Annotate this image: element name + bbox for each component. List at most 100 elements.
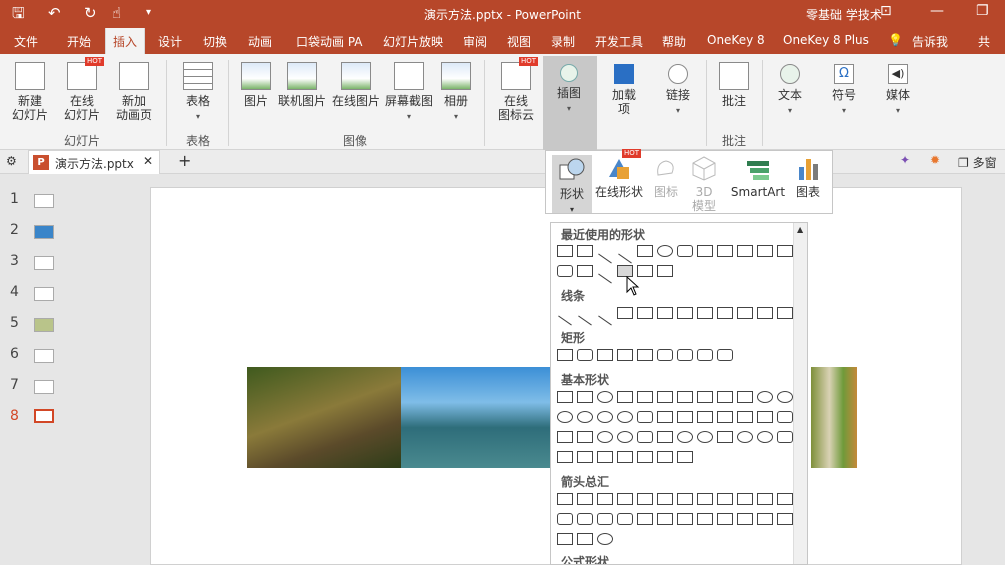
left-brace-shape[interactable] xyxy=(657,451,673,463)
symbols-button[interactable]: Ω 符号 ▾ xyxy=(826,64,862,118)
u-turn-arrow-shape[interactable] xyxy=(737,493,753,505)
pentagon-shape[interactable] xyxy=(717,391,733,403)
tab-slideshow[interactable]: 幻灯片放映 xyxy=(383,33,443,50)
rectangle-shape[interactable] xyxy=(637,245,653,257)
round-same-side-rect-shape[interactable] xyxy=(697,349,713,361)
curved-arrow-shape[interactable] xyxy=(697,307,713,319)
round-diagonal-rect-shape[interactable] xyxy=(717,349,733,361)
right-arrow-shape[interactable] xyxy=(557,493,573,505)
heptagon-shape[interactable] xyxy=(757,391,773,403)
half-frame-shape[interactable] xyxy=(677,411,693,423)
tell-me[interactable]: 告诉我 xyxy=(912,33,948,50)
slide-thumb[interactable] xyxy=(34,256,54,270)
elbow-connector-shape[interactable] xyxy=(717,245,733,257)
scribble-shape[interactable] xyxy=(577,265,593,277)
elbow-double-arrow-shape[interactable] xyxy=(657,307,673,319)
bevel-shape[interactable] xyxy=(577,431,593,443)
tab-animations[interactable]: 动画 xyxy=(248,33,272,50)
snip-diagonal-rect-shape[interactable] xyxy=(637,349,653,361)
elbow-arrow-shape[interactable] xyxy=(737,245,753,257)
tab-help[interactable]: 帮助 xyxy=(662,33,686,50)
vertical-textbox-shape[interactable] xyxy=(577,245,593,257)
notched-right-arrow-shape[interactable] xyxy=(657,513,673,525)
diagonal-stripe-shape[interactable] xyxy=(717,411,733,423)
rectangle-shape[interactable] xyxy=(557,349,573,361)
arc-shape[interactable] xyxy=(557,451,573,463)
cube-shape[interactable] xyxy=(557,431,573,443)
gear-icon[interactable]: ✹ xyxy=(930,153,940,167)
curved-connector-shape[interactable] xyxy=(677,307,693,319)
dodecagon-shape[interactable] xyxy=(577,411,593,423)
heart-shape[interactable] xyxy=(697,431,713,443)
oval-shape[interactable] xyxy=(657,245,673,257)
left-right-arrow-shape[interactable] xyxy=(637,493,653,505)
slide-thumb[interactable] xyxy=(34,287,54,301)
triangle-shape[interactable] xyxy=(697,245,713,257)
online-slide-button[interactable]: HOT 在线 幻灯片 xyxy=(58,57,106,122)
online-pic2-button[interactable]: 在线图片 xyxy=(330,62,382,108)
tab-developer[interactable]: 开发工具 xyxy=(595,33,643,50)
teardrop-shape[interactable] xyxy=(637,411,653,423)
snip-same-side-rect-shape[interactable] xyxy=(617,349,633,361)
tab-insert[interactable]: 插入 xyxy=(105,28,146,55)
arrow-line-shape[interactable] xyxy=(618,253,632,264)
tab-record[interactable]: 录制 xyxy=(551,33,575,50)
trapezoid-shape[interactable] xyxy=(677,391,693,403)
curved-up-arrow-shape[interactable] xyxy=(597,513,613,525)
rounded-rect-shape[interactable] xyxy=(677,245,693,257)
tab-pocket-animation[interactable]: 口袋动画 PA xyxy=(296,33,363,50)
left-up-arrow-shape[interactable] xyxy=(757,493,773,505)
right-brace-shape[interactable] xyxy=(677,451,693,463)
restore-icon[interactable]: ❐ xyxy=(976,3,989,19)
bent-up-arrow-shape[interactable] xyxy=(777,493,793,505)
curved-down-arrow-shape[interactable] xyxy=(617,513,633,525)
scribble-shape[interactable] xyxy=(777,307,793,319)
triangle-shape[interactable] xyxy=(617,391,633,403)
album-button[interactable]: 相册 ▾ xyxy=(438,62,474,124)
user-name[interactable]: 零基础 学技术 xyxy=(806,6,882,23)
online-picture-button[interactable]: 联机图片 xyxy=(276,62,328,108)
shapes-button[interactable]: 形状 ▾ xyxy=(552,155,592,214)
chart-button[interactable]: 图表 xyxy=(792,155,824,199)
double-brace-shape[interactable] xyxy=(597,451,613,463)
snip-corner-rect-shape[interactable] xyxy=(597,349,613,361)
ribbon-display-icon[interactable]: ⊡ xyxy=(880,3,892,19)
textbox-shape[interactable] xyxy=(557,391,573,403)
decagon-shape[interactable] xyxy=(557,411,573,423)
slide-thumb[interactable] xyxy=(34,318,54,332)
cross-shape[interactable] xyxy=(737,411,753,423)
picture-button[interactable]: 图片 xyxy=(238,62,274,108)
down-arrow-callout-shape[interactable] xyxy=(737,513,753,525)
double-bracket-shape[interactable] xyxy=(577,451,593,463)
slide-thumb[interactable] xyxy=(34,194,54,208)
illustrations-button[interactable]: 插图 ▾ xyxy=(546,64,592,116)
new-slide-button[interactable]: 新建 幻灯片 xyxy=(8,62,52,122)
textbox-shape[interactable] xyxy=(557,245,573,257)
folded-corner-shape[interactable] xyxy=(657,431,673,443)
tab-transitions[interactable]: 切换 xyxy=(203,33,227,50)
no-symbol-shape[interactable] xyxy=(617,431,633,443)
links-button[interactable]: 链接 ▾ xyxy=(660,64,696,118)
right-triangle-shape[interactable] xyxy=(637,391,653,403)
lake-pavilion-image[interactable] xyxy=(401,367,551,468)
scrollbar[interactable]: ▲ xyxy=(793,223,807,564)
sun-shape[interactable] xyxy=(737,431,753,443)
curve-shape[interactable] xyxy=(737,307,753,319)
close-tab-icon[interactable]: ✕ xyxy=(143,154,153,168)
bent-arrow-shape[interactable] xyxy=(717,493,733,505)
round-single-corner-rect-shape[interactable] xyxy=(677,349,693,361)
arrow-line-shape[interactable] xyxy=(578,315,592,326)
tab-home[interactable]: 开始 xyxy=(67,33,91,50)
right-arrow-callout-shape[interactable] xyxy=(717,513,733,525)
up-down-arrow-shape[interactable] xyxy=(657,493,673,505)
pentagon-arrow-shape[interactable] xyxy=(677,513,693,525)
up-arrow-callout-shape[interactable] xyxy=(777,513,793,525)
vertical-textbox-shape[interactable] xyxy=(577,391,593,403)
tab-onekey8[interactable]: OneKey 8 xyxy=(707,33,765,47)
left-right-arrow-callout-shape[interactable] xyxy=(557,533,573,545)
double-arrow-line-shape[interactable] xyxy=(598,315,612,326)
tab-onekey8plus[interactable]: OneKey 8 Plus xyxy=(783,33,869,47)
parallelogram-shape[interactable] xyxy=(657,391,673,403)
addins-button[interactable]: 加载 项 xyxy=(604,64,644,116)
settings-icon[interactable]: ⚙ xyxy=(6,154,17,168)
